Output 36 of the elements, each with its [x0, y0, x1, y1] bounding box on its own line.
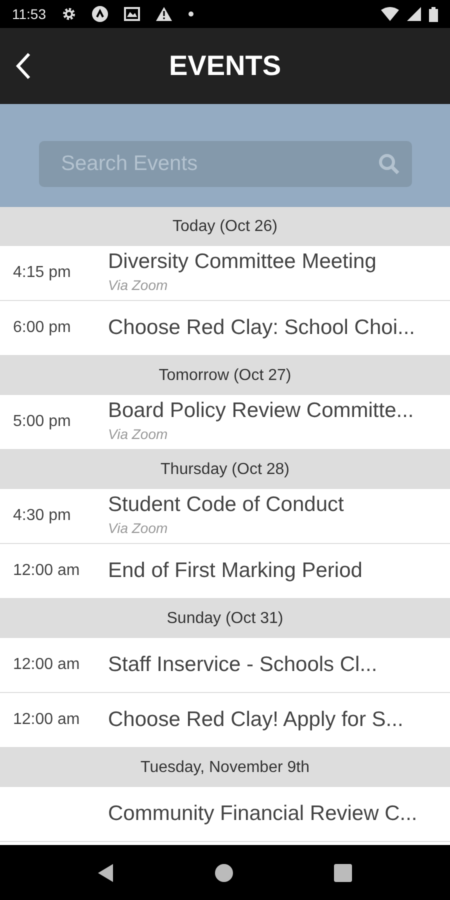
section-heading: Tuesday, November 9th [0, 748, 450, 787]
event-location: Via Zoom [108, 424, 169, 444]
warning-icon [156, 7, 172, 21]
event-title[interactable]: Choose Red Clay! Apply for S... [108, 708, 404, 732]
page-title: EVENTS [168, 49, 282, 83]
section-heading: Today (Oct 26) [0, 207, 450, 246]
status-time: 11:53 [12, 4, 46, 24]
section-heading: Tomorrow (Oct 27) [0, 356, 450, 395]
back-icon[interactable] [14, 52, 32, 80]
event-title[interactable]: End of First Marking Period [108, 558, 362, 584]
dot-icon [188, 11, 194, 17]
event-title[interactable]: Community Financial Review C... [108, 802, 418, 826]
event-time: 4:30 pm [13, 507, 71, 524]
event-time: 5:00 pm [13, 413, 71, 430]
event-time: 12:00 am [13, 711, 80, 728]
event-time: 12:00 am [13, 562, 80, 579]
event-title[interactable]: Staff Inservice - Schools Cl... [108, 652, 378, 678]
event-title[interactable]: Board Policy Review Committe... [108, 399, 414, 424]
event-title[interactable]: Diversity Committee Meeting [108, 250, 376, 275]
section-heading: Sunday (Oct 31) [0, 599, 450, 638]
event-title[interactable]: Choose Red Clay: School Choi... [108, 316, 415, 340]
event-time: 6:00 pm [13, 319, 71, 336]
battery-icon [429, 6, 438, 22]
event-title[interactable]: Student Code of Conduct [108, 493, 344, 518]
home-icon[interactable] [214, 864, 233, 882]
back-icon[interactable] [98, 864, 114, 882]
image-icon [124, 7, 140, 21]
event-location: Via Zoom [108, 276, 169, 295]
wifi-icon [381, 7, 399, 21]
gear-icon [62, 7, 76, 21]
signal-icon [407, 7, 421, 21]
section-heading: Thursday (Oct 28) [0, 450, 450, 489]
recents-icon[interactable] [334, 864, 352, 882]
event-location: Via Zoom [108, 518, 169, 538]
event-time: 4:15 pm [13, 264, 71, 281]
event-time: 12:00 am [13, 656, 80, 673]
